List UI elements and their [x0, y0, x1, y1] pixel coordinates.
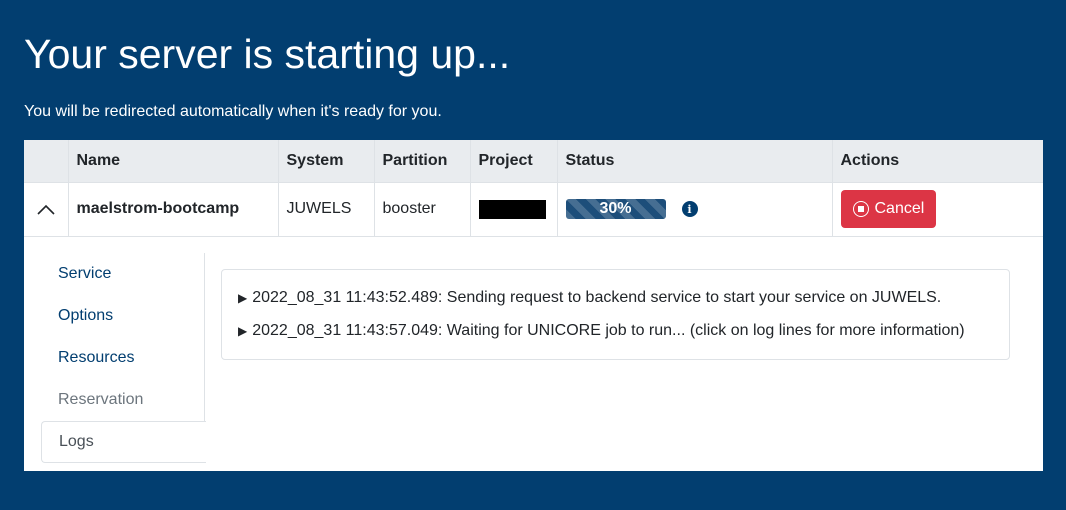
- caret-right-icon: ▶: [238, 291, 248, 305]
- cancel-button[interactable]: Cancel: [840, 190, 937, 228]
- progress-label: 30%: [599, 200, 632, 217]
- progress-fill: 30%: [565, 199, 666, 219]
- log-panel: ▶ 2022_08_31 11:43:52.489: Sending reques…: [221, 269, 1010, 360]
- server-details: Service Options Resources Reservation Lo…: [24, 237, 1043, 471]
- nav-item-label: Reservation: [58, 391, 144, 408]
- header-status: Status: [556, 140, 833, 183]
- header-name: Name: [67, 140, 279, 183]
- nav-item-label: Service: [58, 265, 112, 282]
- collapse-toggle[interactable]: [24, 181, 69, 237]
- redacted-project: [478, 199, 546, 219]
- log-text: 2022_08_31 11:43:57.049: Waiting for UNI…: [252, 322, 965, 339]
- table-header-row: Name System Partition Project Status Act…: [24, 140, 1043, 183]
- server-table: Name System Partition Project Status Act…: [24, 140, 1043, 237]
- nav-item-label: Logs: [59, 433, 94, 450]
- server-project-cell: [469, 181, 558, 237]
- header-system: System: [277, 140, 375, 183]
- header-actions: Actions: [831, 140, 1043, 183]
- cancel-button-label: Cancel: [874, 200, 925, 217]
- server-name: maelstrom-bootcamp: [67, 181, 279, 237]
- log-line[interactable]: ▶ 2022_08_31 11:43:57.049: Waiting for UN…: [238, 321, 1009, 341]
- header-partition: Partition: [373, 140, 471, 183]
- nav-item-logs[interactable]: Logs: [41, 421, 206, 463]
- server-status-cell: 30% i: [556, 181, 833, 237]
- server-panel: Name System Partition Project Status Act…: [24, 140, 1043, 471]
- caret-right-icon: ▶: [238, 324, 248, 338]
- details-nav: Service Options Resources Reservation Lo…: [41, 253, 206, 463]
- server-system: JUWELS: [277, 181, 375, 237]
- chevron-up-icon[interactable]: [37, 204, 55, 215]
- page-subtitle: You will be redirected automatically whe…: [24, 103, 442, 120]
- nav-item-resources[interactable]: Resources: [41, 337, 204, 379]
- nav-item-reservation: Reservation: [41, 379, 204, 421]
- nav-item-label: Options: [58, 307, 114, 324]
- table-row: maelstrom-bootcamp JUWELS booster 30% i: [24, 181, 1043, 237]
- progress-bar: 30%: [565, 199, 666, 219]
- server-actions-cell: Cancel: [831, 181, 1043, 237]
- stop-circle-icon: [852, 201, 869, 217]
- nav-item-options[interactable]: Options: [41, 295, 204, 337]
- header-project: Project: [469, 140, 558, 183]
- log-line[interactable]: ▶ 2022_08_31 11:43:52.489: Sending reques…: [238, 288, 1009, 308]
- page-title: Your server is starting up...: [24, 31, 511, 77]
- server-partition: booster: [373, 181, 471, 237]
- info-icon[interactable]: i: [681, 201, 698, 217]
- header-toggle: [24, 140, 69, 183]
- nav-item-label: Resources: [58, 349, 135, 366]
- log-text: 2022_08_31 11:43:52.489: Sending request…: [252, 289, 942, 306]
- nav-item-service[interactable]: Service: [41, 253, 204, 295]
